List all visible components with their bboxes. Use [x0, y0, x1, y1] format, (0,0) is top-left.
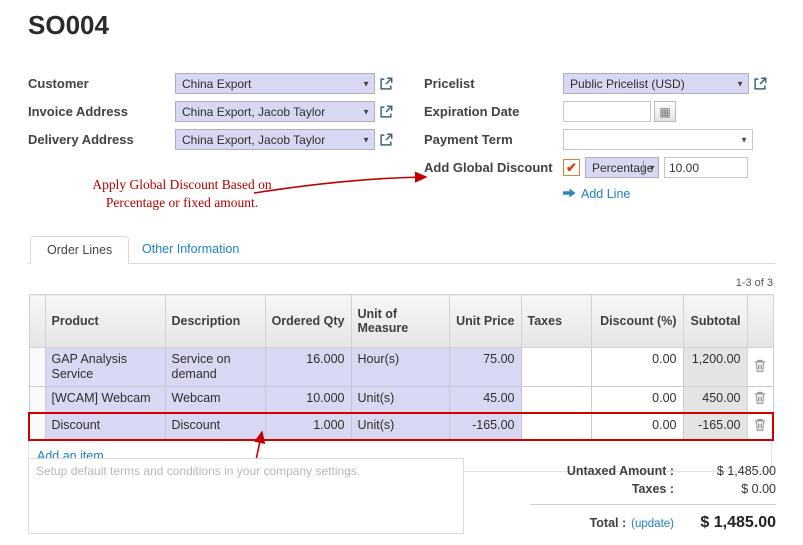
cell-taxes[interactable]: [521, 348, 591, 387]
cell-subtotal: 450.00: [683, 387, 747, 414]
pricelist-select[interactable]: Public Pricelist (USD) ▼: [563, 73, 749, 94]
total-value: $ 1,485.00: [674, 514, 776, 532]
cell-subtotal: -165.00: [683, 413, 747, 440]
annotation-global-discount: Apply Global Discount Based on Percentag…: [82, 176, 282, 211]
taxes-label: Taxes :: [632, 482, 674, 496]
handle-header: [29, 295, 45, 348]
notebook-tabs: Order Lines Other Information: [28, 235, 775, 264]
cell-unit-of-measure[interactable]: Unit(s): [351, 413, 449, 440]
col-unit-price: Unit Price: [449, 295, 521, 348]
cell-description[interactable]: Discount: [165, 413, 265, 440]
page-title: SO004: [28, 10, 109, 41]
col-ordered-qty: Ordered Qty: [265, 295, 351, 348]
col-subtotal: Subtotal: [683, 295, 747, 348]
pricelist-value: Public Pricelist (USD): [570, 77, 685, 91]
untaxed-amount-value: $ 1,485.00: [674, 464, 776, 478]
delete-row-icon[interactable]: [747, 387, 773, 414]
col-description: Description: [165, 295, 265, 348]
cell-ordered-qty[interactable]: 10.000: [265, 387, 351, 414]
tab-order-lines[interactable]: Order Lines: [30, 236, 129, 264]
total-label: Total :: [590, 516, 627, 530]
delete-row-icon[interactable]: [747, 348, 773, 387]
cell-subtotal: 1,200.00: [683, 348, 747, 387]
external-link-icon[interactable]: [753, 77, 767, 91]
cell-discount[interactable]: 0.00: [591, 387, 683, 414]
expiration-date-label: Expiration Date: [424, 104, 563, 119]
cell-ordered-qty[interactable]: 1.000: [265, 413, 351, 440]
chevron-down-icon: ▼: [362, 79, 370, 88]
col-discount: Discount (%): [591, 295, 683, 348]
add-line-button[interactable]: Add Line: [563, 187, 767, 201]
customer-value: China Export: [182, 77, 251, 91]
discount-type-select[interactable]: Percentage ▼: [585, 157, 659, 178]
expiration-date-input[interactable]: [563, 101, 651, 122]
row-drag-handle[interactable]: [29, 348, 45, 387]
cell-unit-price[interactable]: -165.00: [449, 413, 521, 440]
col-taxes: Taxes: [521, 295, 591, 348]
taxes-value: $ 0.00: [674, 482, 776, 496]
untaxed-amount-label: Untaxed Amount :: [567, 464, 674, 478]
invoice-address-value: China Export, Jacob Taylor: [182, 105, 325, 119]
chevron-down-icon: ▼: [736, 79, 744, 88]
chevron-down-icon: ▼: [740, 135, 748, 144]
external-link-icon[interactable]: [379, 133, 393, 147]
external-link-icon[interactable]: [379, 77, 393, 91]
order-lines-table: Product Description Ordered Qty Unit of …: [28, 294, 772, 472]
discount-amount-input[interactable]: [664, 157, 748, 178]
cell-product[interactable]: [WCAM] Webcam: [45, 387, 165, 414]
pricelist-label: Pricelist: [424, 76, 563, 91]
totals-panel: Untaxed Amount : $ 1,485.00 Taxes : $ 0.…: [530, 462, 776, 534]
arrow-right-icon: [563, 187, 576, 201]
cell-product[interactable]: Discount: [45, 413, 165, 440]
global-discount-checkbox[interactable]: ✔: [563, 159, 580, 176]
cell-ordered-qty[interactable]: 16.000: [265, 348, 351, 387]
invoice-address-label: Invoice Address: [28, 104, 175, 119]
tab-other-information[interactable]: Other Information: [128, 235, 253, 263]
row-drag-handle[interactable]: [29, 387, 45, 414]
cell-product[interactable]: GAP Analysis Service: [45, 348, 165, 387]
chevron-down-icon: ▼: [643, 160, 658, 175]
table-header-row: Product Description Ordered Qty Unit of …: [29, 295, 773, 348]
cell-description[interactable]: Webcam: [165, 387, 265, 414]
chevron-down-icon: ▼: [362, 135, 370, 144]
pager: 1-3 of 3: [736, 277, 773, 289]
cell-unit-of-measure[interactable]: Hour(s): [351, 348, 449, 387]
chevron-down-icon: ▼: [362, 107, 370, 116]
sale-order-form: SO004 Customer China Export ▼ Invoice Ad…: [0, 0, 803, 545]
table-row-discount: Discount Discount 1.000 Unit(s) -165.00 …: [29, 413, 773, 440]
cell-description[interactable]: Service on demand: [165, 348, 265, 387]
table-row: GAP Analysis Service Service on demand 1…: [29, 348, 773, 387]
terms-conditions-input[interactable]: [28, 458, 464, 534]
cell-unit-price[interactable]: 75.00: [449, 348, 521, 387]
delivery-address-label: Delivery Address: [28, 132, 175, 147]
cell-discount[interactable]: 0.00: [591, 413, 683, 440]
global-discount-label: Add Global Discount: [424, 160, 563, 175]
payment-term-select[interactable]: ▼: [563, 129, 753, 150]
col-product: Product: [45, 295, 165, 348]
cell-unit-price[interactable]: 45.00: [449, 387, 521, 414]
cell-taxes[interactable]: [521, 387, 591, 414]
payment-term-label: Payment Term: [424, 132, 563, 147]
external-link-icon[interactable]: [379, 105, 393, 119]
customer-label: Customer: [28, 76, 175, 91]
add-line-label: Add Line: [581, 187, 630, 201]
update-total-link[interactable]: (update): [631, 518, 674, 530]
calendar-icon[interactable]: ▦: [654, 101, 676, 122]
table-row: [WCAM] Webcam Webcam 10.000 Unit(s) 45.0…: [29, 387, 773, 414]
cell-discount[interactable]: 0.00: [591, 348, 683, 387]
delete-row-icon[interactable]: [747, 413, 773, 440]
delivery-address-value: China Export, Jacob Taylor: [182, 133, 325, 147]
delivery-address-select[interactable]: China Export, Jacob Taylor ▼: [175, 129, 375, 150]
cell-unit-of-measure[interactable]: Unit(s): [351, 387, 449, 414]
row-drag-handle[interactable]: [29, 413, 45, 440]
form-right-column: Pricelist Public Pricelist (USD) ▼ Expir…: [424, 72, 767, 201]
col-unit-of-measure: Unit of Measure: [351, 295, 449, 348]
cell-taxes[interactable]: [521, 413, 591, 440]
invoice-address-select[interactable]: China Export, Jacob Taylor ▼: [175, 101, 375, 122]
form-left-column: Customer China Export ▼ Invoice Address …: [28, 72, 393, 156]
customer-select[interactable]: China Export ▼: [175, 73, 375, 94]
col-actions: [747, 295, 773, 348]
